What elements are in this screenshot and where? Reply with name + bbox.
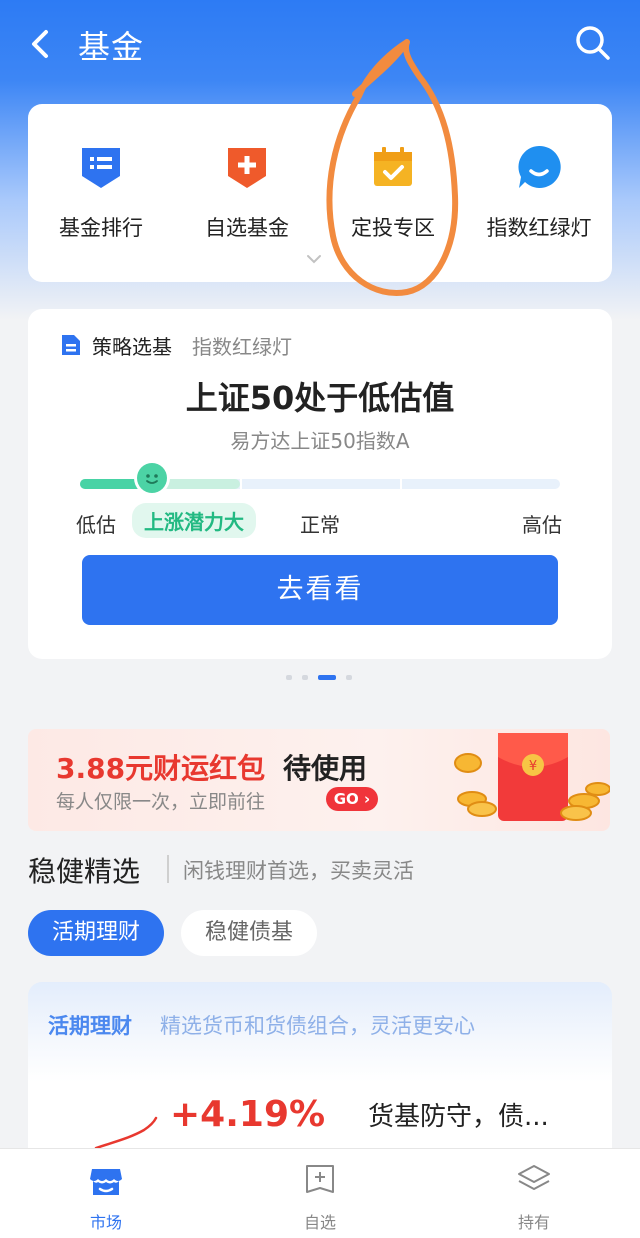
carousel-dot: [346, 675, 352, 680]
banner-amount: 3.88元财运红包: [56, 752, 266, 785]
quick-item-label: 定投专区: [351, 216, 435, 240]
product-description: 精选货币和货债组合，灵活更安心: [160, 1014, 475, 1038]
quick-item-index-lights[interactable]: 指数红绿灯: [466, 144, 612, 242]
header-bar: 基金: [0, 0, 640, 86]
carousel-dot: [286, 675, 292, 680]
level-label-normal: 正常: [300, 513, 340, 537]
quick-item-fixed-investment[interactable]: 定投专区: [320, 144, 466, 242]
level-label-active: 上涨潜力大: [132, 503, 256, 538]
bottom-tab-bar: 市场 自选 持有: [0, 1148, 640, 1238]
tab-label: 市场: [89, 1213, 122, 1232]
search-icon[interactable]: [572, 22, 612, 62]
add-watchlist-icon: [306, 1165, 334, 1193]
product-tag: 活期理财: [48, 1014, 132, 1038]
list-icon: [82, 148, 120, 188]
carousel-dot: [302, 675, 308, 680]
valuation-knob: [137, 463, 167, 493]
layers-icon: [518, 1165, 550, 1190]
strategy-headline: 上证50处于低估值: [185, 379, 455, 417]
quick-item-label: 基金排行: [59, 216, 143, 240]
red-packet-banner[interactable]: 3.88元财运红包 待使用 每人仅限一次，立即前往 GO › ¥: [28, 729, 610, 831]
section-subtitle: 闲钱理财首选，买卖灵活: [183, 859, 414, 883]
tab-market[interactable]: 市场: [46, 1149, 166, 1238]
section-title: 稳健精选: [28, 855, 141, 888]
quick-item-label: 指数红绿灯: [486, 216, 592, 240]
quick-item-label: 自选基金: [205, 216, 289, 240]
plus-bookmark-icon: [228, 148, 266, 188]
valuation-slider: [80, 463, 560, 493]
banner-suffix: 待使用: [283, 752, 368, 785]
carousel-dot-active: [318, 675, 336, 680]
quick-item-fund-ranking[interactable]: 基金排行: [28, 144, 174, 242]
smile-face-icon: [146, 474, 158, 484]
product-name: 货基防守，债...: [368, 1102, 549, 1132]
track-divider: [400, 479, 402, 489]
strategy-title: 策略选基: [92, 335, 172, 359]
strategy-fund-name: 易方达上证50指数A: [230, 429, 410, 453]
banner-subtitle: 每人仅限一次，立即前往: [56, 791, 266, 813]
tab-holdings[interactable]: 持有: [474, 1149, 594, 1238]
quick-item-watchlist-fund[interactable]: 自选基金: [174, 144, 320, 242]
trend-sparkline: [94, 1116, 158, 1150]
document-icon: [62, 335, 80, 355]
go-button[interactable]: GO ›: [326, 787, 378, 811]
product-rate: +4.19%: [170, 1094, 326, 1135]
tab-label: 自选: [303, 1213, 336, 1232]
level-label-overvalued: 高估: [522, 513, 562, 537]
store-icon: [90, 1169, 122, 1195]
calendar-check-icon: [374, 147, 412, 186]
tab-demand-finance[interactable]: 活期理财: [28, 910, 164, 956]
page-title: 基金: [78, 28, 145, 66]
section-divider: [167, 855, 169, 883]
level-label-undervalued: 低估: [76, 513, 116, 537]
tab-stable-bond-fund[interactable]: 稳健债基: [181, 910, 317, 956]
tab-watchlist[interactable]: 自选: [260, 1149, 380, 1238]
chat-bubble-icon: [518, 145, 561, 188]
tab-label: 持有: [517, 1213, 550, 1232]
go-see-button[interactable]: 去看看: [82, 555, 558, 625]
red-packet-coins-illustration: ¥: [454, 733, 610, 821]
track-divider: [240, 479, 242, 489]
go-label: GO: [333, 790, 359, 808]
strategy-card: 策略选基 指数红绿灯 上证50处于低估值 易方达上证50指数A 低估 上涨潜力大…: [28, 309, 612, 659]
svg-text:¥: ¥: [529, 759, 537, 774]
chevron-down-icon[interactable]: [306, 254, 322, 264]
chevron-left-icon[interactable]: [22, 24, 62, 64]
strategy-subtitle: 指数红绿灯: [192, 335, 292, 359]
